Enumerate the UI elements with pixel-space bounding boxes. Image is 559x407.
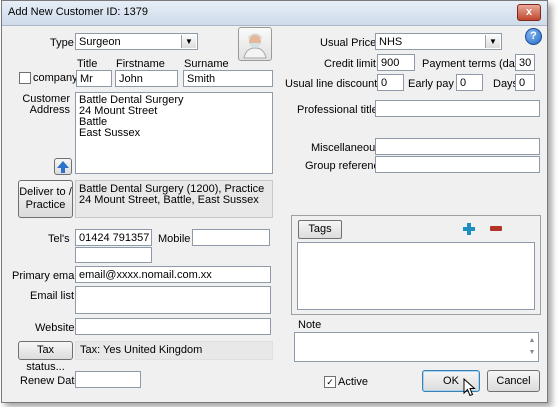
type-select[interactable]: Surgeon ▼ (75, 33, 198, 50)
plus-icon[interactable] (463, 223, 475, 235)
close-button[interactable]: x (517, 4, 541, 21)
window-title: Add New Customer ID: 1379 (8, 6, 149, 18)
title-header: Title (77, 58, 98, 70)
note-label: Note (298, 319, 322, 331)
early-pay-input[interactable]: 0 (456, 74, 483, 91)
mouse-cursor-icon (463, 378, 476, 397)
website-input[interactable] (75, 318, 271, 335)
group-reference-label: Group reference (305, 160, 386, 172)
usual-prices-select[interactable]: NHS ▼ (375, 33, 502, 50)
title-input[interactable]: Mr (76, 70, 112, 87)
surgeon-avatar-icon (243, 33, 267, 59)
miscellaneous-label: Miscellaneous (311, 142, 381, 154)
chevron-down-icon[interactable]: ▼ (181, 35, 196, 48)
professional-titles-input[interactable] (375, 100, 540, 117)
firstname-header: Firstname (116, 58, 165, 70)
payment-terms-input[interactable]: 30 (515, 54, 535, 71)
surname-header: Surname (184, 58, 229, 70)
note-input[interactable]: ▲ ▼ (294, 332, 539, 362)
group-reference-input[interactable] (375, 156, 540, 173)
tags-list[interactable] (297, 242, 535, 310)
tel-input[interactable]: 01424 791357 (75, 229, 152, 246)
company-checkbox[interactable] (19, 72, 31, 84)
line-discount-label: Usual line discount % (285, 78, 391, 90)
professional-titles-label: Professional titles (297, 104, 384, 116)
title-bar: Add New Customer ID: 1379 x (2, 1, 547, 26)
renew-date-input[interactable] (75, 371, 141, 388)
line-discount-input[interactable]: 0 (377, 74, 404, 91)
active-label: Active (338, 376, 368, 388)
tel2-input[interactable] (75, 247, 152, 263)
usual-prices-value: NHS (379, 36, 403, 48)
help-icon[interactable]: ? (525, 28, 542, 45)
add-customer-dialog: Add New Customer ID: 1379 x Type Surgeon… (1, 0, 548, 403)
credit-limit-label: Credit limit (324, 58, 376, 70)
tax-status-button[interactable]: Tax status... (18, 341, 73, 373)
minus-icon[interactable] (490, 226, 502, 232)
tab-tags[interactable]: Tags (298, 220, 342, 239)
credit-limit-input[interactable]: 900 (377, 54, 415, 71)
mobile-input[interactable] (192, 229, 270, 246)
type-label: Type (50, 37, 74, 49)
customer-address-input[interactable]: Battle Dental Surgery 24 Mount Street Ba… (75, 92, 273, 174)
move-address-up-button[interactable] (54, 158, 72, 175)
arrow-up-icon (57, 161, 69, 173)
renew-date-label: Renew Date (20, 375, 81, 387)
close-icon: x (525, 6, 533, 18)
usual-prices-label: Usual Prices (320, 37, 382, 49)
scroll-down-icon[interactable]: ▼ (527, 346, 537, 360)
deliver-to-practice-button[interactable]: Deliver to / Practice (18, 180, 73, 218)
days-input[interactable]: 0 (515, 74, 535, 91)
type-select-value: Surgeon (79, 36, 121, 48)
active-checkbox[interactable]: ✓ (324, 376, 336, 388)
website-label: Website (35, 322, 75, 334)
delivery-address-display: Battle Dental Surgery (1200), Practice 2… (75, 180, 273, 218)
email-list-label: Email list (30, 290, 75, 302)
cancel-button[interactable]: Cancel (487, 370, 540, 392)
chevron-down-icon[interactable]: ▼ (485, 35, 500, 48)
mobile-label: Mobile (158, 233, 191, 245)
email-list-input[interactable] (75, 286, 271, 314)
firstname-input[interactable]: John (115, 70, 178, 87)
surname-input[interactable]: Smith (183, 70, 273, 87)
surgeon-avatar-button[interactable] (238, 27, 272, 61)
tags-group: Tags (291, 215, 541, 315)
tels-label: Tel's (48, 233, 70, 245)
company-label: company (33, 72, 78, 84)
payment-terms-label: Payment terms (days) (422, 58, 530, 70)
primary-email-label: Primary email (12, 270, 80, 282)
tax-status-display: Tax: Yes United Kingdom (75, 341, 273, 360)
miscellaneous-input[interactable] (375, 138, 540, 155)
primary-email-input[interactable]: email@xxxx.nomail.com.xx (75, 266, 271, 283)
customer-address-label: Customer Address (22, 93, 70, 116)
